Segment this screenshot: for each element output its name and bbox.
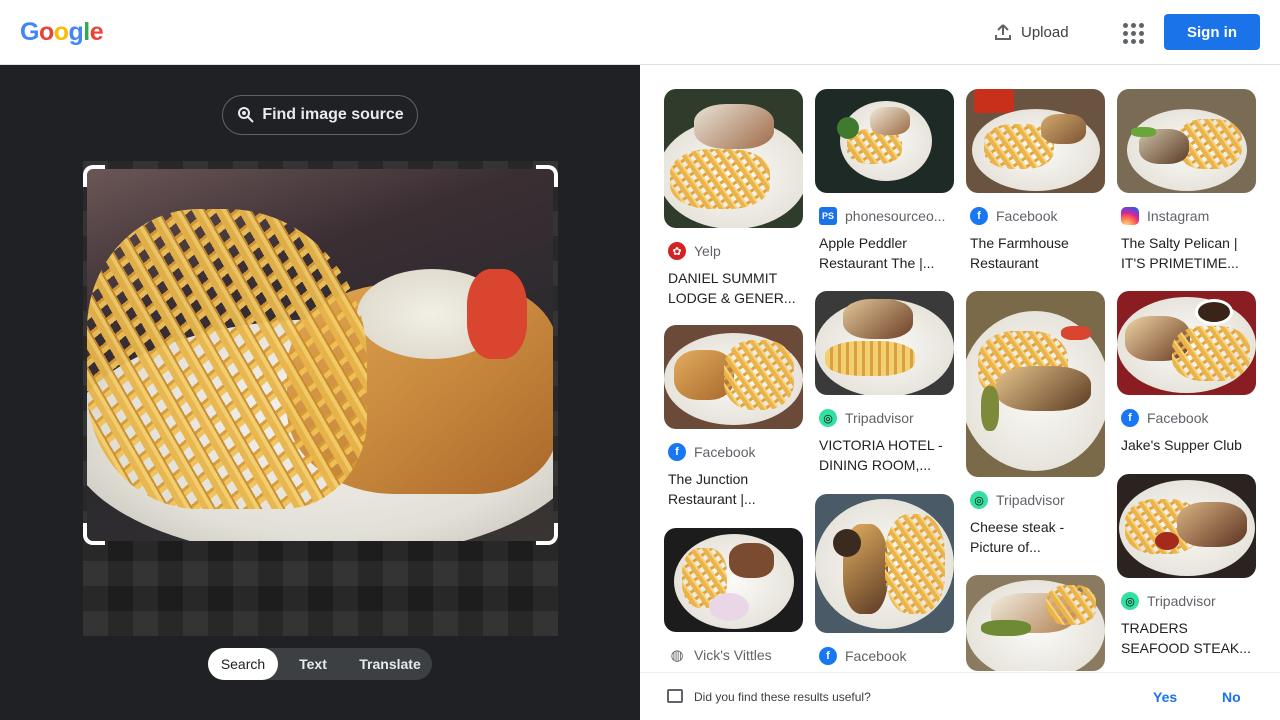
lens-panel: Find image source Search Text Translate xyxy=(0,65,640,720)
feedback-icon xyxy=(667,689,683,703)
source-name: Tripadvisor xyxy=(996,492,1065,508)
result-thumbnail[interactable] xyxy=(966,291,1105,477)
upload-button[interactable]: Upload xyxy=(985,16,1077,48)
phonesource-icon: PS xyxy=(819,207,837,225)
upload-label: Upload xyxy=(1021,23,1069,41)
result-title: Jake's Supper Club xyxy=(1121,437,1242,453)
source-name: Yelp xyxy=(694,243,721,259)
source-name: Facebook xyxy=(845,648,907,664)
tripadvisor-icon: ◎ xyxy=(819,409,837,427)
result-card[interactable]: ◎ Tripadvisor Cheese steak - Picture of.… xyxy=(966,291,1105,557)
result-thumbnail[interactable] xyxy=(664,89,803,228)
find-image-source-button[interactable]: Find image source xyxy=(222,95,418,135)
result-title: DANIEL SUMMIT LODGE & GENER... xyxy=(668,270,796,306)
logo-letter: g xyxy=(68,18,84,46)
result-source: ◎ Tripadvisor xyxy=(1117,592,1256,610)
result-title: VICTORIA HOTEL - DINING ROOM,... xyxy=(819,437,943,473)
mode-search-tab[interactable]: Search xyxy=(208,648,278,680)
mode-translate-tab[interactable]: Translate xyxy=(348,648,432,680)
result-thumbnail[interactable] xyxy=(664,325,803,429)
result-card[interactable]: ✿ Yelp DANIEL SUMMIT LODGE & GENER... xyxy=(664,89,803,308)
facebook-icon: f xyxy=(970,207,988,225)
apps-grid-icon[interactable] xyxy=(1117,17,1147,47)
result-title: The Junction Restaurant |... xyxy=(668,471,756,507)
result-source: f Facebook xyxy=(664,443,803,461)
result-source: PS phonesourceo... xyxy=(815,207,954,225)
result-source: f Facebook xyxy=(815,647,954,665)
top-bar: Google Upload Sign in xyxy=(0,0,1280,65)
google-logo[interactable]: Google xyxy=(20,18,104,47)
result-title: The Salty Pelican | IT'S PRIMETIME... xyxy=(1121,235,1239,271)
source-name: Tripadvisor xyxy=(845,410,914,426)
result-thumbnail[interactable] xyxy=(1117,474,1256,578)
result-card[interactable]: f Facebook xyxy=(815,494,954,665)
result-card[interactable]: PS phonesourceo... Apple Peddler Restaur… xyxy=(815,89,954,273)
source-name: Facebook xyxy=(996,208,1058,224)
source-name: phonesourceo... xyxy=(845,208,946,224)
result-card[interactable] xyxy=(966,575,1105,671)
result-thumbnail[interactable] xyxy=(1117,89,1256,193)
facebook-icon: f xyxy=(819,647,837,665)
result-source: f Facebook xyxy=(1117,409,1256,427)
visual-matches: ✿ Yelp DANIEL SUMMIT LODGE & GENER... f … xyxy=(640,65,1280,720)
source-name: Tripadvisor xyxy=(1147,593,1216,609)
result-source: ◎ Tripadvisor xyxy=(815,409,954,427)
result-thumbnail[interactable] xyxy=(664,528,803,632)
result-card[interactable]: f Facebook The Junction Restaurant |... xyxy=(664,325,803,509)
result-thumbnail[interactable] xyxy=(815,494,954,633)
feedback-bar: Did you find these results useful? Yes N… xyxy=(640,672,1280,720)
result-thumbnail[interactable] xyxy=(966,575,1105,671)
logo-letter: G xyxy=(20,18,39,46)
source-name: Instagram xyxy=(1147,208,1210,224)
facebook-icon: f xyxy=(1121,409,1139,427)
source-name: Facebook xyxy=(1147,410,1209,426)
logo-letter: o xyxy=(38,18,54,46)
facebook-icon: f xyxy=(668,443,686,461)
result-source: f Facebook xyxy=(966,207,1105,225)
find-image-source-label: Find image source xyxy=(262,106,404,123)
result-title: Cheese steak - Picture of... xyxy=(970,519,1065,555)
result-title: The Farmhouse Restaurant xyxy=(970,235,1069,271)
result-source: ◍ Vick's Vittles xyxy=(664,646,803,664)
result-title: TRADERS SEAFOOD STEAK... xyxy=(1121,620,1251,656)
result-card[interactable]: Instagram The Salty Pelican | IT'S PRIME… xyxy=(1117,89,1256,273)
instagram-icon xyxy=(1121,207,1139,225)
crop-handle-bottom-right[interactable] xyxy=(536,523,558,545)
result-thumbnail[interactable] xyxy=(815,89,954,193)
crop-handle-bottom-left[interactable] xyxy=(83,523,105,545)
result-title: Apple Peddler Restaurant The |... xyxy=(819,235,935,271)
logo-letter: e xyxy=(89,18,104,46)
result-card[interactable]: ◎ Tripadvisor TRADERS SEAFOOD STEAK... xyxy=(1117,474,1256,658)
result-card[interactable]: ◎ Tripadvisor VICTORIA HOTEL - DINING RO… xyxy=(815,291,954,475)
result-source: ◎ Tripadvisor xyxy=(966,491,1105,509)
result-card[interactable]: f Facebook The Farmhouse Restaurant xyxy=(966,89,1105,273)
result-card[interactable]: ◍ Vick's Vittles xyxy=(664,528,803,664)
result-thumbnail[interactable] xyxy=(966,89,1105,193)
mode-text-tab[interactable]: Text xyxy=(278,648,348,680)
feedback-no-button[interactable]: No xyxy=(1222,689,1241,705)
selection-area[interactable] xyxy=(87,169,553,541)
yelp-icon: ✿ xyxy=(668,242,686,260)
feedback-question: Did you find these results useful? xyxy=(694,690,871,704)
source-name: Facebook xyxy=(694,444,756,460)
result-thumbnail[interactable] xyxy=(1117,291,1256,395)
upload-icon xyxy=(995,24,1011,40)
query-image xyxy=(83,161,558,636)
globe-icon: ◍ xyxy=(668,646,686,664)
result-source: Instagram xyxy=(1117,207,1256,225)
tripadvisor-icon: ◎ xyxy=(1121,592,1139,610)
result-source: ✿ Yelp xyxy=(664,242,803,260)
source-name: Vick's Vittles xyxy=(694,647,772,663)
result-thumbnail[interactable] xyxy=(815,291,954,395)
result-card[interactable]: f Facebook Jake's Supper Club xyxy=(1117,291,1256,455)
lens-search-icon xyxy=(238,107,255,123)
feedback-yes-button[interactable]: Yes xyxy=(1153,689,1177,705)
logo-letter: o xyxy=(53,18,69,46)
tripadvisor-icon: ◎ xyxy=(970,491,988,509)
crop-handle-top-right[interactable] xyxy=(536,165,558,187)
sign-in-button[interactable]: Sign in xyxy=(1164,14,1260,50)
lens-mode-switch: Search Text Translate xyxy=(208,648,432,680)
crop-handle-top-left[interactable] xyxy=(83,165,105,187)
